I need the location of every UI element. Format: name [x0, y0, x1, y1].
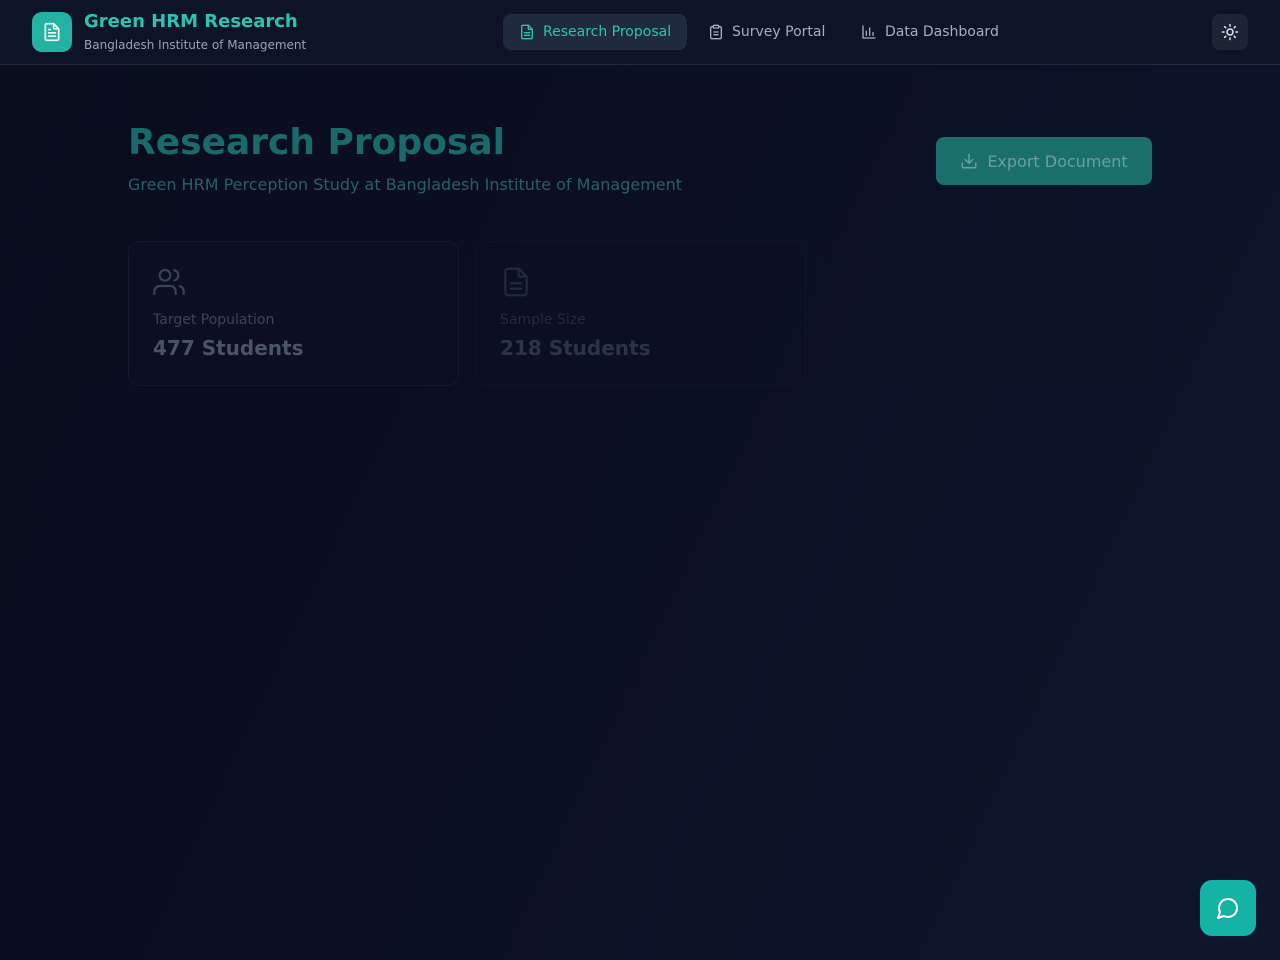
export-document-button[interactable]: Export Document	[936, 137, 1152, 185]
page-subtitle: Green HRM Perception Study at Bangladesh…	[128, 175, 683, 194]
brand-logo[interactable]	[32, 12, 72, 52]
top-navigation-bar: Green HRM Research Bangladesh Institute …	[0, 0, 1280, 65]
clipboard-icon	[710, 24, 722, 40]
export-button-label: Export Document	[987, 151, 1128, 171]
stat-label: Target Population	[153, 312, 275, 328]
stat-card-sample-size: Sample Size 218 Students	[475, 241, 806, 386]
stat-value: 218 Students	[500, 336, 651, 360]
brand-title: Green HRM Research	[84, 11, 298, 32]
stat-value: 477 Students	[153, 336, 304, 360]
nav-item-label: Survey Portal	[732, 24, 826, 40]
brand-subtitle: Bangladesh Institute of Management	[84, 38, 307, 52]
download-icon	[961, 153, 977, 169]
nav-item-label: Research Proposal	[543, 24, 672, 40]
stat-label: Sample Size	[500, 312, 586, 328]
bar-chart-icon	[862, 25, 876, 39]
theme-toggle-button[interactable]	[1212, 14, 1248, 50]
document-icon	[504, 267, 528, 297]
stat-card-placeholder	[822, 241, 1153, 386]
nav-data-dashboard[interactable]: Data Dashboard	[845, 14, 1015, 50]
nav-item-label: Data Dashboard	[885, 24, 999, 40]
chat-button[interactable]	[1200, 880, 1256, 936]
sun-icon	[1221, 23, 1239, 41]
document-icon	[44, 22, 60, 42]
nav-research-proposal[interactable]: Research Proposal	[503, 14, 688, 50]
document-icon	[521, 24, 533, 40]
page-title: Research Proposal	[128, 122, 505, 163]
stat-card-target-population: Target Population 477 Students	[128, 241, 459, 386]
message-circle-icon	[1217, 898, 1238, 919]
nav-survey-portal[interactable]: Survey Portal	[692, 14, 841, 50]
users-icon	[153, 268, 185, 296]
